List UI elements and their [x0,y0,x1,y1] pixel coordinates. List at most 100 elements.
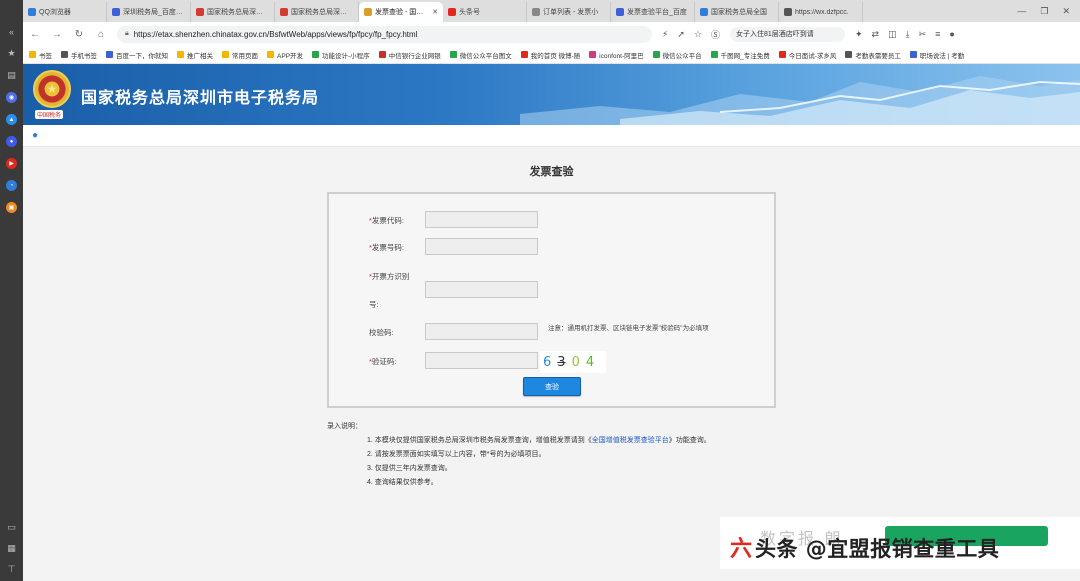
location-pin-icon[interactable]: ● [32,130,38,141]
emblem-caption: 中国税务 [35,110,64,119]
tab-order-list[interactable]: 订单列表 - 发票小 [527,2,611,22]
bookmark-item[interactable]: 微信公众平台图文 [449,50,512,60]
invoice-code-input[interactable] [425,211,538,228]
tab-toutiao[interactable]: 头条号 [443,2,527,22]
instruction-item: 4. 查询结果仅供参考。 [367,479,438,486]
back-arrow-icon[interactable]: ← [29,29,41,40]
bookmark-star-icon[interactable]: ☆ [694,29,702,40]
translate-icon[interactable]: ⇄ [872,29,880,40]
tab-baidu-search[interactable]: 深圳税务局_百度搜索 [107,2,191,22]
note-app-icon[interactable]: ▣ [6,202,17,213]
page-title: 发票查验 [529,166,574,178]
download-icon[interactable]: ⤓ [906,29,910,40]
tab-tax-bureau-2[interactable]: 国家税务总局深圳市 [275,2,359,22]
check-submit-button[interactable]: 查验 [523,377,581,396]
browser-sidebar: « ★ ▤ ◉ ▲ ● ▶ ◔ ▣ ▭ ▦ ⊤ [0,0,23,581]
tab-dzfpcc[interactable]: https://wx.dzfpcc. [779,2,863,22]
home-icon[interactable]: ⌂ [95,29,107,40]
label-text: 发票代码: [371,216,405,225]
invoice-number-input[interactable] [425,238,538,255]
qq-app-icon[interactable]: ◉ [6,92,17,103]
check-code-label: 校验码: [369,328,394,337]
url-text: https://etax.shenzhen.chinatax.gov.cn/Bs… [133,29,418,39]
video-app-icon[interactable]: ▶ [6,158,17,169]
menu-icon[interactable]: ≡ [935,29,940,39]
doc-icon [845,51,853,58]
window-close-icon[interactable]: ✕ [1062,6,1070,17]
bookmark-label: 推广相关 [187,52,213,60]
bookmark-item[interactable]: iconfont-阿里巴 [589,50,644,60]
bookmark-item[interactable]: 书签 [29,50,52,60]
extension-icon[interactable]: ✦ [855,29,863,40]
bookmark-label: 微信公众平台图文 [459,52,512,60]
bookmark-folder[interactable]: 常用页面 [222,50,258,60]
national-vat-platform-link[interactable]: 全国增值税发票查验平台 [592,437,669,444]
folder-icon[interactable]: ▤ [6,70,17,81]
bookmark-item[interactable]: 中信银行企业网银 [378,50,441,60]
check-code-input[interactable] [425,323,538,340]
bookmark-item[interactable]: 考勤表需要员工 [845,50,901,60]
bookmark-folder[interactable]: APP开发 [267,50,303,60]
issuer-id-input[interactable] [425,281,538,298]
weibo-icon [520,51,528,58]
bookmark-item[interactable]: 千图网_专注免费 [710,50,770,60]
news-ticker[interactable]: 女子入住81层酒店吓到请 [729,26,845,42]
bookmark-item[interactable]: 今日面试-求乡风 [778,50,836,60]
input-instructions: 录入说明： 1. 本模块仅提供国家税务总局深圳市税务局发票查询，增值税发票请到《… [327,420,711,490]
instruction-item: 3. 仅提供三年内发票查询。 [367,465,452,472]
great-wall-illustration [520,76,1080,125]
bookmark-item[interactable]: 微信公众平台 [652,50,702,60]
bookmark-item[interactable]: 手机书签 [61,50,97,60]
clock-app-icon[interactable]: ◔ [6,180,17,191]
share-icon[interactable]: ➚ [677,29,685,40]
tax-favicon-icon [364,8,372,16]
sidebar-collapse-icon[interactable]: « [6,26,17,37]
baidu-favicon-icon [112,8,120,16]
news-text: 女子入住81层酒店吓到请 [735,31,814,38]
screen-icon[interactable]: ▭ [6,522,17,533]
restore-icon[interactable]: ❐ [1040,6,1048,17]
invoice-code-label: *发票代码: [369,215,404,226]
search-engine-icon[interactable]: Ⓢ [711,28,720,41]
captcha-input[interactable] [425,352,538,369]
tab-national-tax[interactable]: 国家税务总局全国 [695,2,779,22]
bookmark-item[interactable]: 百度一下，你就知 [106,50,168,60]
profile-avatar-icon[interactable]: ● [949,29,954,39]
screenshot-icon[interactable]: ✂ [919,29,927,40]
close-tab-icon[interactable]: ✕ [432,8,438,16]
instructions-list: 1. 本模块仅提供国家税务总局深圳市税务局发票查询，增值税发票请到《全国增值税发… [327,434,711,490]
minimize-icon[interactable]: — [1017,6,1026,17]
tab-qq-browser[interactable]: QQ浏览器 [23,2,107,22]
tab-invoice-platform[interactable]: 发票查验平台_百度 [611,2,695,22]
bookmark-label: 职场说法 | 考勤 [919,52,965,60]
tab-label: 国家税务总局深圳市 [291,9,353,16]
bag-icon[interactable]: ▦ [6,543,17,554]
bookmark-label: iconfont-阿里巴 [599,52,644,60]
tab-tax-bureau-1[interactable]: 国家税务总局深圳市 [191,2,275,22]
bookmark-item[interactable]: 我的首页 微博-随 [520,50,580,60]
baidu-app-icon[interactable]: ● [6,136,17,147]
tab-invoice-check[interactable]: 发票查验 - 国家税 ✕ [359,2,443,22]
bank-icon [378,51,386,58]
bookmark-item[interactable]: 职场说法 | 考勤 [909,50,965,60]
tab-label: QQ浏览器 [39,9,71,16]
wechat-icon [652,51,660,58]
tax-emblem-icon: ★ [33,70,71,108]
watermark-text: 头条 @宜盟报销查重工具 [755,537,1000,561]
pin-icon[interactable]: ⊤ [6,564,17,575]
star-icon [29,51,36,58]
bookmark-item[interactable]: 功能设计-小程序 [312,50,370,60]
url-input[interactable]: 🔒︎ https://etax.shenzhen.chinatax.gov.cn… [117,25,652,43]
star-icon[interactable]: ★ [6,48,17,59]
bookmark-folder[interactable]: 推广相关 [177,50,213,60]
forward-arrow-icon[interactable]: → [51,29,63,40]
leaf-icon [312,51,320,58]
cloud-app-icon[interactable]: ▲ [6,114,17,125]
reload-icon[interactable]: ↻ [73,29,85,40]
issuer-id-label: *开票方识别 [369,271,409,282]
captcha-image[interactable]: 6 3 0 4 [540,351,606,373]
bookmark-label: 手机书签 [71,52,97,60]
address-bar: ← → ↻ ⌂ 🔒︎ https://etax.shenzhen.chinata… [23,22,1080,46]
lightning-icon[interactable]: ⚡ [662,29,668,40]
collection-icon[interactable]: ◫ [888,29,897,40]
